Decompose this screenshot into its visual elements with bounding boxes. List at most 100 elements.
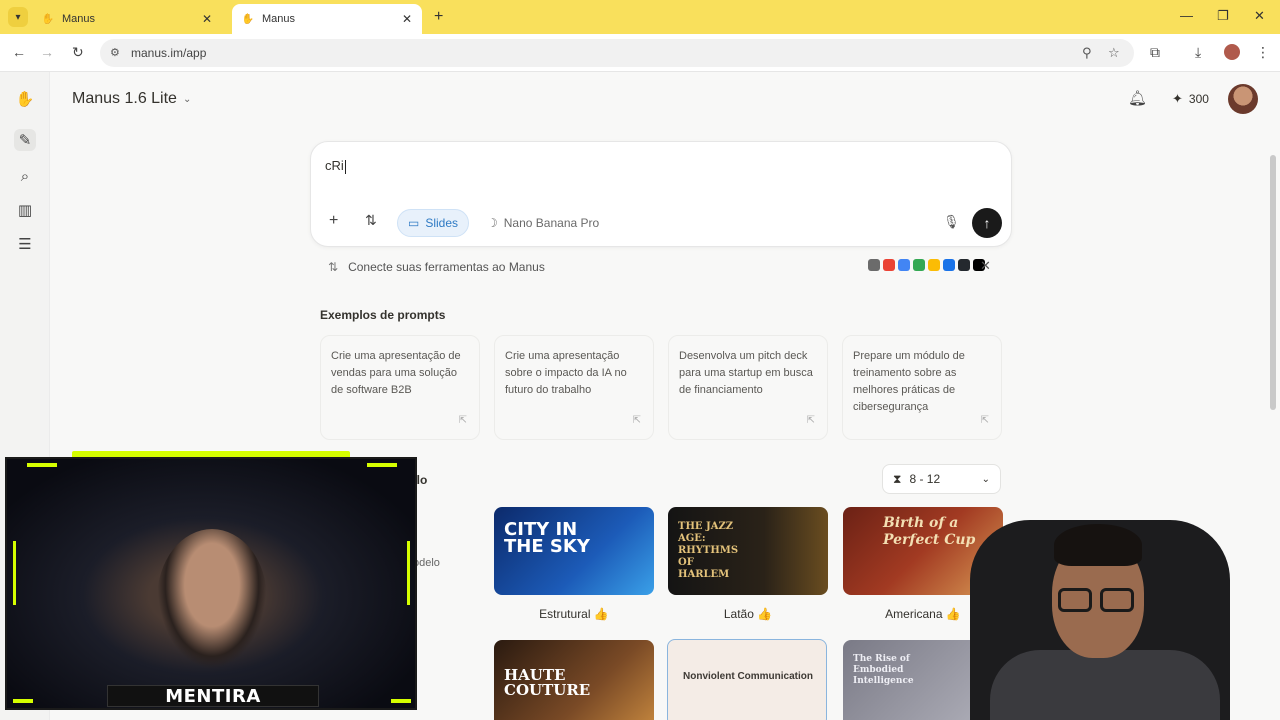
image-model-label: Nano Banana Pro xyxy=(503,216,600,230)
prompt-card[interactable]: Crie uma apresentação sobre o impacto da… xyxy=(494,335,654,440)
address-bar[interactable]: ⚙ manus.im/app ⚲ ☆ xyxy=(100,39,1134,67)
user-avatar[interactable] xyxy=(1228,84,1258,114)
glasses-icon xyxy=(1058,588,1092,612)
chevron-down-icon: ⌄ xyxy=(182,93,192,105)
template-thumb-nonviolent[interactable]: Nonviolent Communication xyxy=(667,639,827,720)
thumb-title: CITY IN THE SKY xyxy=(504,519,590,557)
webcam-overlay-left: MENTIRA xyxy=(5,457,417,710)
slides-icon: ▭ xyxy=(408,216,420,230)
thumb-title: Nonviolent Communication xyxy=(683,671,813,682)
slide-count-value: 8 - 12 xyxy=(909,472,941,486)
page-scrollbar[interactable] xyxy=(1270,155,1276,410)
url-text: manus.im/app xyxy=(131,46,207,60)
manus-favicon-icon: ✋ xyxy=(41,13,55,25)
model-selector[interactable]: Manus 1.6 Lite ⌄ xyxy=(72,90,191,108)
webcam-label-bar: MENTIRA xyxy=(107,685,319,707)
send-button[interactable]: ↑ xyxy=(972,208,1002,238)
credits-button[interactable]: ✦ 300 xyxy=(1162,85,1219,113)
prompt-card[interactable]: Desenvolva um pitch deck para uma startu… xyxy=(668,335,828,440)
frame-corner-accent xyxy=(391,699,411,703)
add-attachment-button[interactable]: + xyxy=(329,212,338,230)
minimize-icon[interactable]: — xyxy=(1180,8,1193,23)
outlook-icon xyxy=(943,259,955,271)
prompt-text: Desenvolva um pitch deck para uma startu… xyxy=(679,350,813,396)
library-icon[interactable]: ▥ xyxy=(14,199,36,221)
arrow-up-left-icon: ⇱ xyxy=(632,415,641,426)
arrow-up-left-icon: ⇱ xyxy=(806,415,815,426)
connect-tools-text: Conecte suas ferramentas ao Manus xyxy=(348,260,545,274)
sparkle-icon: ✦ xyxy=(1172,91,1183,106)
close-tab-icon[interactable]: ✕ xyxy=(402,12,412,26)
prompt-card[interactable]: Crie uma apresentação de vendas para uma… xyxy=(320,335,480,440)
model-name: Manus 1.6 Lite xyxy=(72,90,177,107)
frame-corner-accent xyxy=(13,699,33,703)
browser-tab-active[interactable]: ✋ Manus ✕ xyxy=(232,4,422,34)
browser-tab[interactable]: ✋ Manus ✕ xyxy=(32,4,222,34)
zoom-icon[interactable]: ⚲ xyxy=(1082,45,1092,61)
tasks-list-icon[interactable]: ☰ xyxy=(14,233,36,255)
back-icon[interactable]: ← xyxy=(12,44,26,60)
frame-side-accent xyxy=(407,541,410,605)
manus-logo-icon[interactable]: ✋ xyxy=(14,88,36,110)
tool-logos xyxy=(868,259,985,271)
browser-menu-icon[interactable]: ⋮ xyxy=(1256,44,1270,61)
close-tab-icon[interactable]: ✕ xyxy=(202,12,212,26)
thumb-title: THE JAZZ AGE: RHYTHMS OF HARLEM xyxy=(678,521,739,580)
close-window-icon[interactable]: ✕ xyxy=(1254,8,1265,24)
new-task-icon[interactable]: ✎ xyxy=(14,129,36,151)
slide-count-select[interactable]: ⧗ 8 - 12 ⌄ xyxy=(882,464,1001,494)
thumb-title: HAUTE COUTURE xyxy=(504,666,591,699)
arrow-up-icon: ↑ xyxy=(983,215,991,231)
browser-profile-avatar[interactable] xyxy=(1224,44,1240,60)
microphone-icon[interactable]: 🎙︎ xyxy=(943,214,960,230)
github-icon xyxy=(958,259,970,271)
template-thumb-structural[interactable]: CITY IN THE SKY xyxy=(494,507,654,595)
site-info-icon[interactable]: ⚙ xyxy=(110,46,120,59)
template-thumb-latao[interactable]: THE JAZZ AGE: RHYTHMS OF HARLEM xyxy=(668,507,828,595)
presenter-body xyxy=(990,650,1220,720)
chevron-down-icon: ⌄ xyxy=(981,473,990,485)
extensions-icon[interactable]: ⧉ xyxy=(1150,44,1160,61)
gmail-icon xyxy=(883,259,895,271)
new-tab-button[interactable]: + xyxy=(434,8,443,26)
close-icon[interactable]: ✕ xyxy=(980,258,991,274)
slides-mode-chip[interactable]: ▭ Slides xyxy=(397,209,470,237)
search-icon[interactable]: ⌕ xyxy=(14,165,36,187)
slides-chip-label: Slides xyxy=(425,216,459,230)
drive-icon xyxy=(913,259,925,271)
webcam-overlay-right xyxy=(930,500,1280,720)
connector-icon: ⇅ xyxy=(328,260,339,274)
prompt-input[interactable]: cRi xyxy=(325,158,346,174)
downloads-icon[interactable]: ⤓ xyxy=(1195,44,1201,61)
bookmark-star-icon[interactable]: ☆ xyxy=(1108,45,1120,61)
prompt-text: Prepare um módulo de treinamento sobre a… xyxy=(853,350,965,413)
frame-corner-accent xyxy=(27,463,57,467)
connect-tools-bar[interactable]: ⇅ Conecte suas ferramentas ao Manus ✕ xyxy=(318,254,1012,280)
tab-title: Manus xyxy=(262,13,296,25)
prompt-text: Crie uma apresentação sobre o impacto da… xyxy=(505,350,627,396)
restore-icon[interactable]: ❐ xyxy=(1217,8,1229,24)
banana-icon: ☽ xyxy=(487,216,498,230)
tab-title: Manus xyxy=(62,13,96,25)
notifications-bell-icon[interactable]: 🔔︎ xyxy=(1128,89,1147,107)
manus-favicon-icon: ✋ xyxy=(241,13,255,25)
forward-icon[interactable]: → xyxy=(40,44,54,60)
webcam-label: MENTIRA xyxy=(165,685,261,707)
webcam-person xyxy=(157,529,267,669)
tools-connector-button[interactable]: ⇅ xyxy=(365,212,377,229)
calendar-icon xyxy=(898,259,910,271)
frame-side-accent xyxy=(13,541,16,605)
browser-toolbar: ← → ↻ ⚙ manus.im/app ⚲ ☆ ⧉ ⤓ ⋮ xyxy=(0,34,1280,72)
prompt-card[interactable]: Prepare um módulo de treinamento sobre a… xyxy=(842,335,1002,440)
arrow-up-left-icon: ⇱ xyxy=(980,415,989,426)
prompts-section-title: Exemplos de prompts xyxy=(320,308,446,322)
tool-logo-icon xyxy=(868,259,880,271)
browser-tab-bar: ▾ ✋ Manus ✕ ✋ Manus ✕ + — ❐ ✕ xyxy=(0,0,1280,34)
template-card-label-fragment: odelo xyxy=(413,557,440,569)
image-model-chip[interactable]: ☽ Nano Banana Pro xyxy=(477,209,609,237)
reload-icon[interactable]: ↻ xyxy=(72,44,84,61)
prompt-text: Crie uma apresentação de vendas para uma… xyxy=(331,350,461,396)
tab-search-menu-button[interactable]: ▾ xyxy=(8,7,28,27)
template-thumb-haute[interactable]: HAUTE COUTURE xyxy=(494,640,654,720)
slack-icon xyxy=(928,259,940,271)
